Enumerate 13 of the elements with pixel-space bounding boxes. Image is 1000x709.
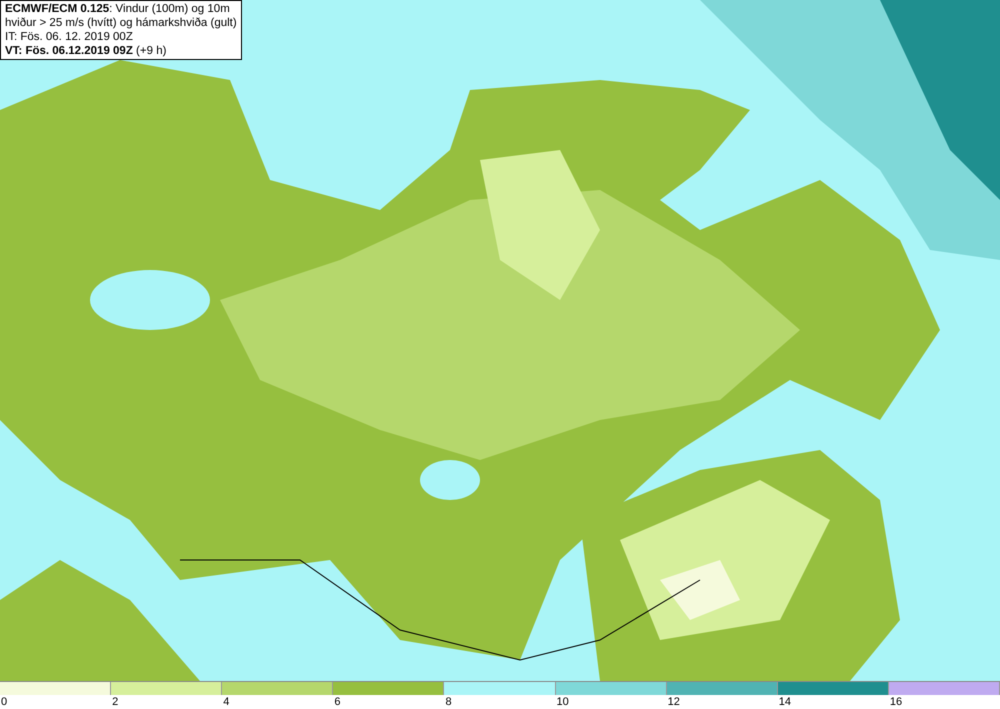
scale-tick-label: 4 (222, 696, 230, 708)
scale-tick-label: 2 (111, 696, 118, 708)
scale-tick-label: 16 (888, 696, 902, 708)
scale-tick-label: 8 (444, 696, 452, 708)
caption-line: ECMWF/ECM 0.125: Vindur (100m) og 10m (5, 2, 231, 16)
caption-line: IT: Fös. 06. 12. 2019 00Z (5, 30, 134, 44)
scale-tick-label: 12 (666, 696, 680, 708)
scale-tick-label: 0 (0, 696, 8, 708)
scale-tick-label: 6 (333, 696, 340, 708)
caption-line: hviður > 25 m/s (hvítt) og hámarkshviða (gult) (5, 16, 237, 30)
caption-line: VT: Fös. 06.12.2019 09Z (+9 h) (5, 44, 168, 58)
scale-tick-label: 14 (778, 696, 792, 708)
scale-tick-label: 10 (556, 696, 569, 708)
